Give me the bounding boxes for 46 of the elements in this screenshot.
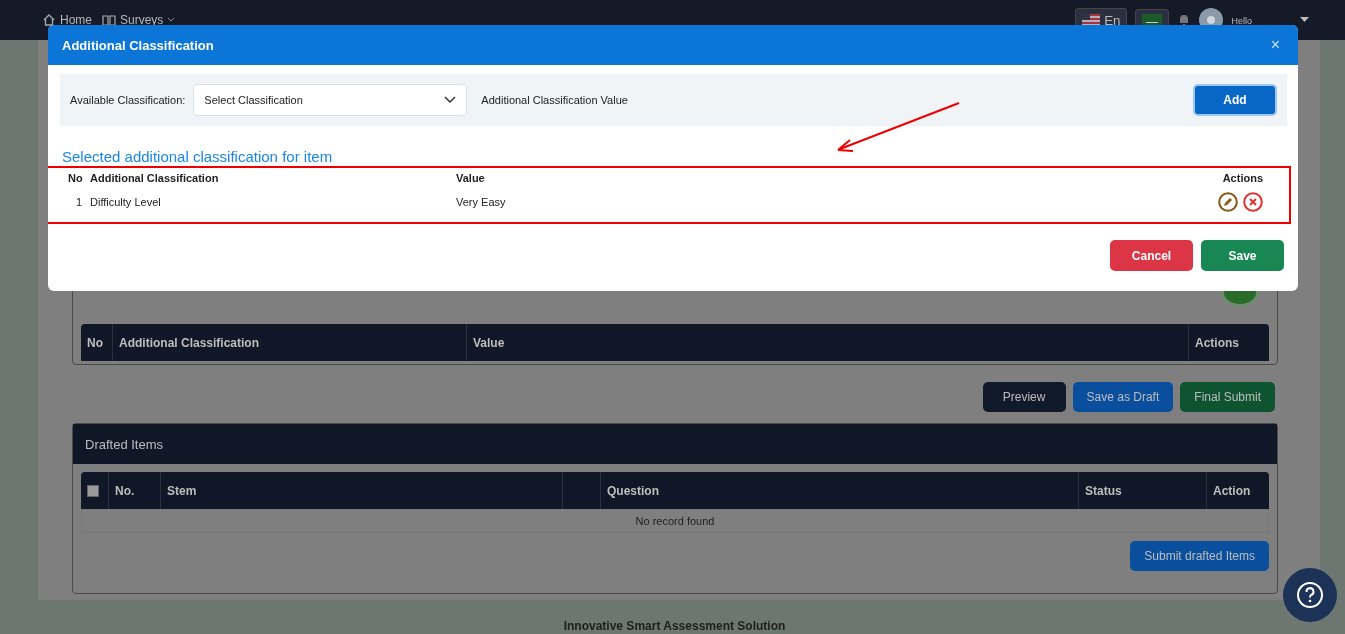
footer-text: Innovative Smart Assessment Solution [562,618,787,633]
column-header: Additional Classification [113,324,467,361]
home-icon [42,13,56,27]
select-all-checkbox[interactable] [87,484,99,497]
section-heading: Selected additional classification for item [62,148,334,165]
column-header: No. [109,472,161,509]
field-label: Available Classification: [70,94,186,106]
nav-link[interactable]: Home [42,13,92,27]
caret-icon[interactable] [1300,17,1309,23]
action-button[interactable]: Final Submit [1180,382,1275,412]
column-header: Value [467,324,1189,361]
dialog-button[interactable]: Cancel [1110,240,1193,271]
help-button[interactable] [1283,568,1337,622]
book-icon [102,13,116,27]
column-header: Additional Classification [90,172,220,184]
field-label: Additional Classification Value [481,94,628,106]
chevron-icon [444,96,457,104]
edit-icon[interactable] [1218,192,1238,212]
column-header: Value [456,172,486,184]
card-title: Drafted Items [73,424,1277,464]
column-header: No [68,172,84,184]
delete-icon[interactable] [1243,192,1263,212]
column-header: Actions [1194,334,1240,352]
column-header: Status [1079,472,1207,509]
table-cell-text: Difficulty Level [90,196,162,208]
classification-select[interactable]: Select Classification [193,84,468,116]
table-cell-text: Very Easy [456,196,507,208]
greeting-text: Hello [1231,15,1252,26]
close-button[interactable]: × [1266,36,1284,54]
column-header: Actions [1221,172,1263,184]
empty-message: No record found [81,509,1269,533]
column-header: Action [1212,482,1252,500]
nav-link[interactable]: Surveys [102,13,176,27]
flag-icon [1082,14,1101,26]
table-cell-text: 1 [74,196,83,208]
dialog-button[interactable]: Save [1201,240,1284,271]
help-icon [1296,581,1324,609]
action-button[interactable]: Save as Draft [1072,382,1174,412]
add-button[interactable]: Add [1193,84,1277,116]
column-header: No [81,324,113,361]
modal-title: Additional Classification [62,37,215,53]
submit-drafted-button[interactable]: Submit drafted Items [1130,541,1269,571]
chevron-icon [167,17,176,23]
action-button[interactable]: Preview [982,382,1066,412]
column-header: Stem [161,472,563,509]
column-header: Question [601,472,1079,509]
